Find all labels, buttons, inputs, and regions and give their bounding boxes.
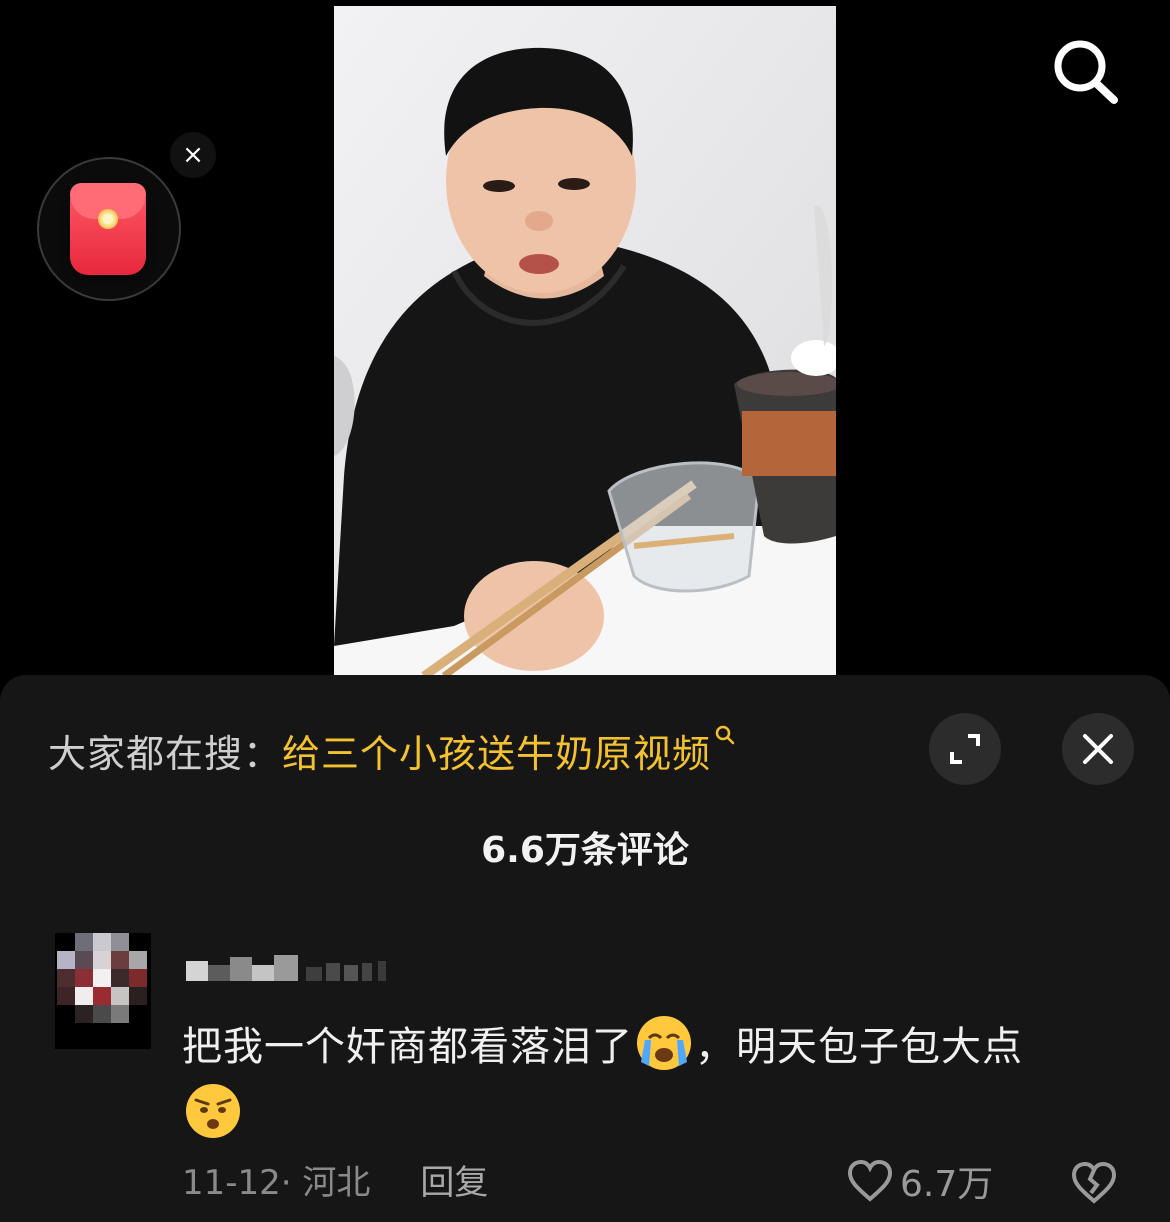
red-envelope-widget[interactable]: [37, 157, 181, 301]
pixelated-username: [186, 955, 386, 981]
like-count: 6.7万: [900, 1164, 994, 1205]
comment-text: 把我一个奸商都看落泪了 ，明天包子包大点: [182, 1013, 1122, 1149]
comment-item[interactable]: 把我一个奸商都看落泪了 ，明天包子包大点 11-12· 河北 回复 6.7万: [0, 933, 1170, 1222]
worried-face-emoji: [186, 1084, 240, 1138]
comment-author[interactable]: [186, 951, 426, 983]
like-button[interactable]: 6.7万: [846, 1155, 993, 1207]
comment-location: · 河北: [280, 1163, 371, 1203]
hot-search-icon: [715, 725, 735, 745]
search-button[interactable]: [1050, 38, 1122, 104]
red-envelope-icon: [70, 183, 146, 275]
red-envelope-coin: [98, 209, 118, 229]
avatar[interactable]: [55, 933, 151, 1049]
pixelated-avatar: [55, 933, 151, 1049]
hot-search-banner[interactable]: 大家都在搜：给三个小孩送牛奶原视频: [48, 723, 737, 778]
dislike-button[interactable]: [1070, 1161, 1118, 1209]
red-envelope-close-button[interactable]: ×: [170, 132, 216, 178]
comment-text-part-2: ，明天包子包大点: [695, 1024, 1023, 1070]
comment-date: 11-12: [182, 1163, 281, 1203]
crying-face-emoji: [637, 1016, 691, 1070]
search-icon: [1054, 40, 1118, 104]
broken-heart-icon: [1071, 1161, 1117, 1204]
comment-meta: 11-12· 河北 回复: [182, 1155, 488, 1204]
comment-text-part-1: 把我一个奸商都看落泪了: [182, 1024, 633, 1070]
hot-search-prefix: 大家都在搜：: [48, 732, 283, 776]
expand-icon: [950, 734, 980, 764]
close-icon: [1083, 734, 1113, 764]
heart-icon: [847, 1159, 893, 1202]
comment-count: 6.6万条评论: [481, 830, 689, 871]
comment-sheet: 大家都在搜：给三个小孩送牛奶原视频 6.6万条评论 把我一个奸商都看落泪了 ，明…: [0, 675, 1170, 1222]
close-sheet-button[interactable]: [1062, 713, 1134, 785]
hot-search-query[interactable]: 给三个小孩送牛奶原视频: [282, 732, 711, 776]
expand-button[interactable]: [929, 713, 1001, 785]
video-player[interactable]: [334, 6, 836, 676]
video-frame-image: [334, 6, 836, 676]
reply-button[interactable]: 回复: [420, 1163, 488, 1203]
